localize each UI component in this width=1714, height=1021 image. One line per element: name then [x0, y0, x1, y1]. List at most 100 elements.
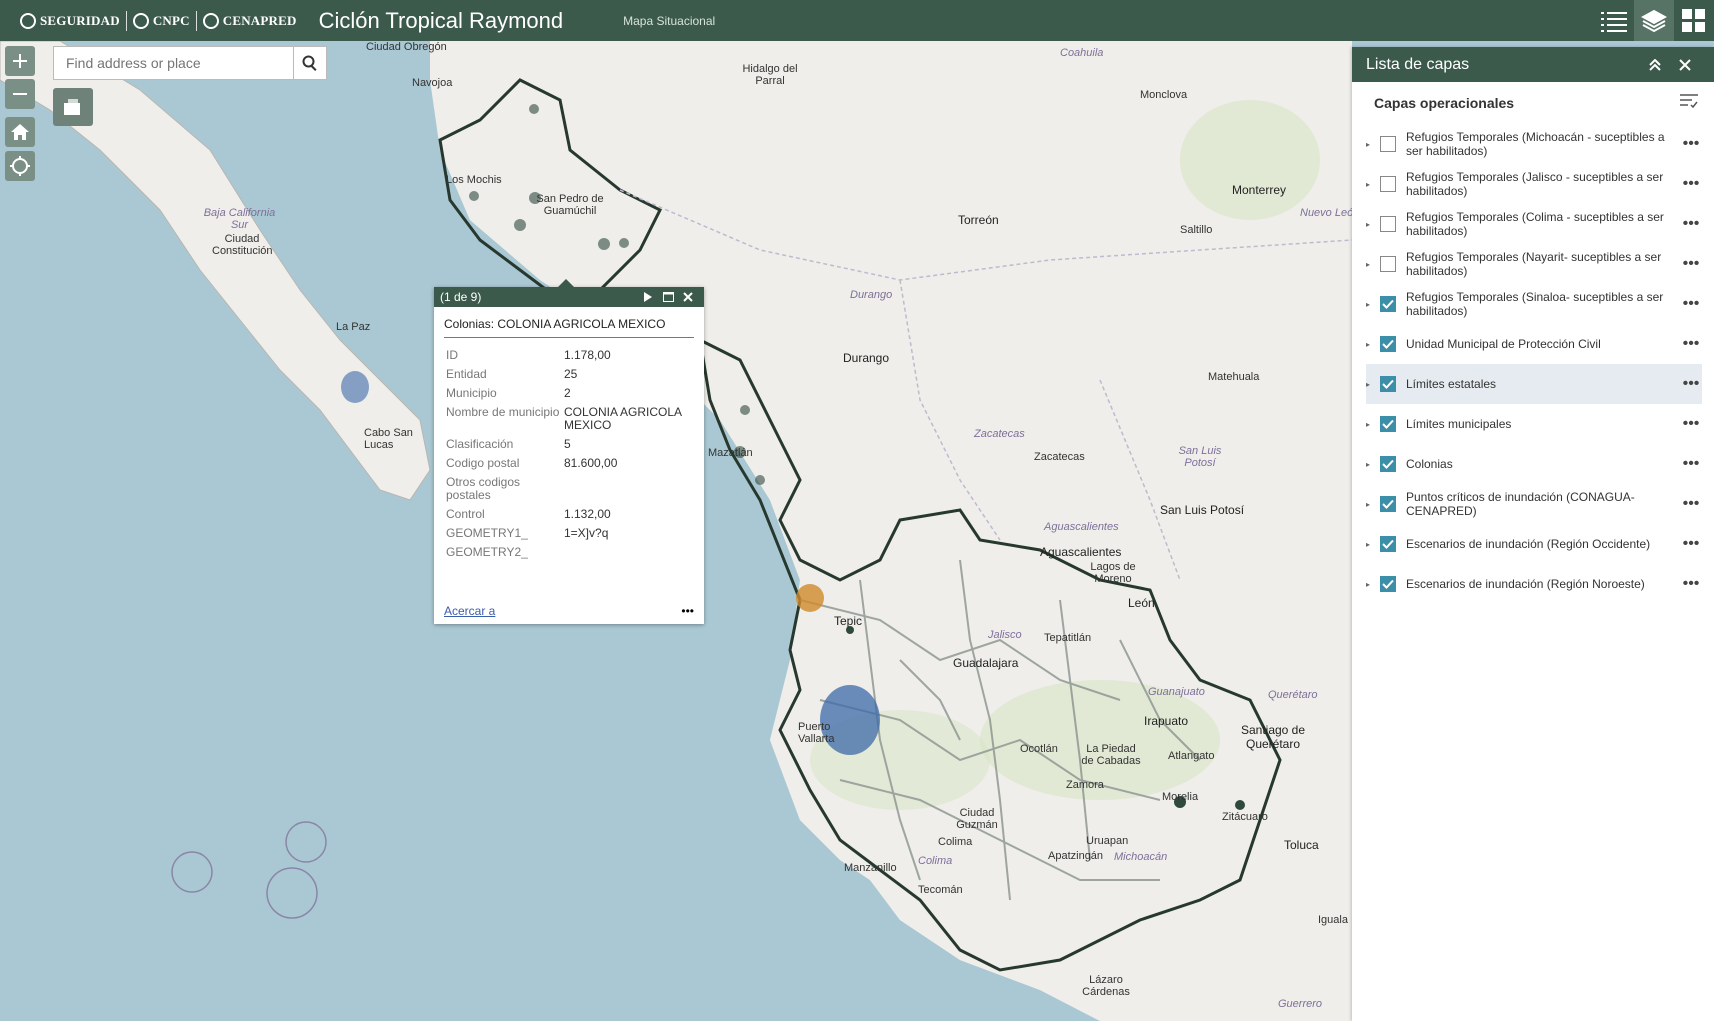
layer-more-button[interactable]: ••• [1680, 416, 1702, 432]
layer-item[interactable]: ▸ Colonias ••• [1366, 444, 1702, 484]
zoom-out-button[interactable] [5, 79, 35, 109]
grid-icon[interactable] [1674, 0, 1714, 41]
layer-checkbox[interactable] [1380, 296, 1396, 312]
expand-caret-icon[interactable]: ▸ [1366, 380, 1376, 389]
layer-label: Refugios Temporales (Jalisco - suceptibl… [1406, 170, 1664, 198]
next-feature-button[interactable] [638, 292, 658, 302]
expand-caret-icon[interactable]: ▸ [1366, 340, 1376, 349]
layer-more-button[interactable]: ••• [1680, 456, 1702, 472]
expand-caret-icon[interactable]: ▸ [1366, 420, 1376, 429]
close-panel-button[interactable] [1670, 58, 1700, 71]
app-header: SEGURIDAD CNPC CENAPRED Ciclón Tropical … [0, 0, 1714, 41]
layer-checkbox[interactable] [1380, 576, 1396, 592]
layer-item[interactable]: ▸ Refugios Temporales (Jalisco - suceptib… [1366, 164, 1702, 204]
layer-checkbox[interactable] [1380, 376, 1396, 392]
expand-caret-icon[interactable]: ▸ [1366, 540, 1376, 549]
layer-checkbox[interactable] [1380, 456, 1396, 472]
map-label: Tepic [834, 614, 863, 628]
layer-checkbox[interactable] [1380, 416, 1396, 432]
map-label: Zacatecas [974, 428, 1025, 440]
layer-checkbox[interactable] [1380, 176, 1396, 192]
layer-item[interactable]: ▸ Escenarios de inundación (Región Noroes… [1366, 564, 1702, 604]
expand-caret-icon[interactable]: ▸ [1366, 300, 1376, 309]
layer-more-button[interactable]: ••• [1680, 496, 1702, 512]
layer-item[interactable]: ▸ Unidad Municipal de Protección Civil ••• [1366, 324, 1702, 364]
expand-caret-icon[interactable]: ▸ [1366, 180, 1376, 189]
popup-title: Colonias: COLONIA AGRICOLA MEXICO [444, 317, 694, 338]
app-subtitle: Mapa Situacional [623, 13, 716, 28]
layer-options-button[interactable] [1680, 93, 1698, 114]
search-input[interactable] [54, 47, 293, 79]
map-label: San Luis Potosí [1178, 445, 1222, 469]
layer-label: Refugios Temporales (Sinaloa- suceptible… [1406, 290, 1664, 318]
home-button[interactable] [5, 117, 35, 147]
layer-item[interactable]: ▸ Refugios Temporales (Sinaloa- suceptibl… [1366, 284, 1702, 324]
list-icon[interactable] [1594, 0, 1634, 41]
search-icon [302, 55, 317, 71]
basemap-toggle-button[interactable] [53, 88, 93, 126]
map-label: Manzanillo [844, 862, 897, 874]
maximize-button[interactable] [658, 292, 678, 302]
table-row: Entidad 25 [446, 367, 578, 381]
map-label: Durango [843, 351, 890, 365]
map-label: Monclova [1140, 89, 1188, 101]
layer-checkbox[interactable] [1380, 336, 1396, 352]
layer-more-button[interactable]: ••• [1680, 536, 1702, 552]
map-label: Zitácuaro [1222, 811, 1268, 823]
layer-more-button[interactable]: ••• [1680, 256, 1702, 272]
layer-more-button[interactable]: ••• [1680, 136, 1702, 152]
layer-item[interactable]: ▸ Escenarios de inundación (Región Occide… [1366, 524, 1702, 564]
close-popup-button[interactable] [678, 292, 698, 302]
layer-more-button[interactable]: ••• [1680, 176, 1702, 192]
layer-more-button[interactable]: ••• [1680, 576, 1702, 592]
layer-more-button[interactable]: ••• [1680, 296, 1702, 312]
check-icon [1382, 499, 1394, 509]
layers-icon[interactable] [1634, 0, 1674, 41]
layer-more-button[interactable]: ••• [1680, 216, 1702, 232]
locate-button[interactable] [5, 151, 35, 181]
search-button[interactable] [293, 47, 326, 79]
layer-item[interactable]: ▸ Refugios Temporales (Michoacán - sucept… [1366, 124, 1702, 164]
map-label: Mazatlán [708, 447, 753, 459]
layer-checkbox[interactable] [1380, 536, 1396, 552]
map-label: Saltillo [1180, 224, 1213, 236]
zoom-to-link[interactable]: Acercar a [444, 604, 495, 618]
layer-checkbox[interactable] [1380, 496, 1396, 512]
layer-label: Escenarios de inundación (Región Occiden… [1406, 537, 1651, 551]
layer-checkbox[interactable] [1380, 256, 1396, 272]
map-label: Coahuila [1060, 47, 1104, 59]
layer-label: Refugios Temporales (Michoacán - sucepti… [1406, 130, 1665, 158]
double-chevron-up-icon [1649, 58, 1661, 71]
layer-more-button[interactable]: ••• [1680, 336, 1702, 352]
map-label: Zamora [1066, 779, 1104, 791]
map-label: Morelia [1162, 791, 1199, 803]
zoom-in-button[interactable] [5, 46, 35, 76]
section-title: Capas operacionales [1374, 95, 1515, 111]
layer-item[interactable]: ▸ Puntos críticos de inundación (CONAGUA-… [1366, 484, 1702, 524]
layer-label: Escenarios de inundación (Región Noroest… [1406, 577, 1645, 591]
layer-item[interactable]: ▸ Límites municipales ••• [1366, 404, 1702, 444]
expand-caret-icon[interactable]: ▸ [1366, 500, 1376, 509]
close-icon [1679, 58, 1691, 71]
layer-item[interactable]: ▸ Refugios Temporales (Nayarit- suceptibl… [1366, 244, 1702, 284]
map-label: Toluca [1284, 838, 1319, 852]
layer-item[interactable]: ▸ Límites estatales ••• [1366, 364, 1702, 404]
expand-caret-icon[interactable]: ▸ [1366, 220, 1376, 229]
popup-header: (1 de 9) [434, 287, 704, 307]
collapse-button[interactable] [1640, 58, 1670, 71]
map-label: Lázaro Cárdenas [1082, 974, 1130, 998]
more-options-button[interactable]: ••• [681, 604, 694, 618]
map-label: Ciudad Guzmán [956, 807, 998, 831]
layer-checkbox[interactable] [1380, 216, 1396, 232]
expand-caret-icon[interactable]: ▸ [1366, 580, 1376, 589]
layer-item[interactable]: ▸ Refugios Temporales (Colima - suceptibl… [1366, 204, 1702, 244]
layer-more-button[interactable]: ••• [1680, 376, 1702, 392]
map-label: Tepatitlán [1044, 632, 1092, 644]
map-label: Querétaro [1268, 689, 1318, 701]
map-label: Cabo San Lucas [364, 427, 413, 451]
expand-caret-icon[interactable]: ▸ [1366, 260, 1376, 269]
zoom-control [5, 46, 35, 112]
expand-caret-icon[interactable]: ▸ [1366, 140, 1376, 149]
expand-caret-icon[interactable]: ▸ [1366, 460, 1376, 469]
layer-checkbox[interactable] [1380, 136, 1396, 152]
